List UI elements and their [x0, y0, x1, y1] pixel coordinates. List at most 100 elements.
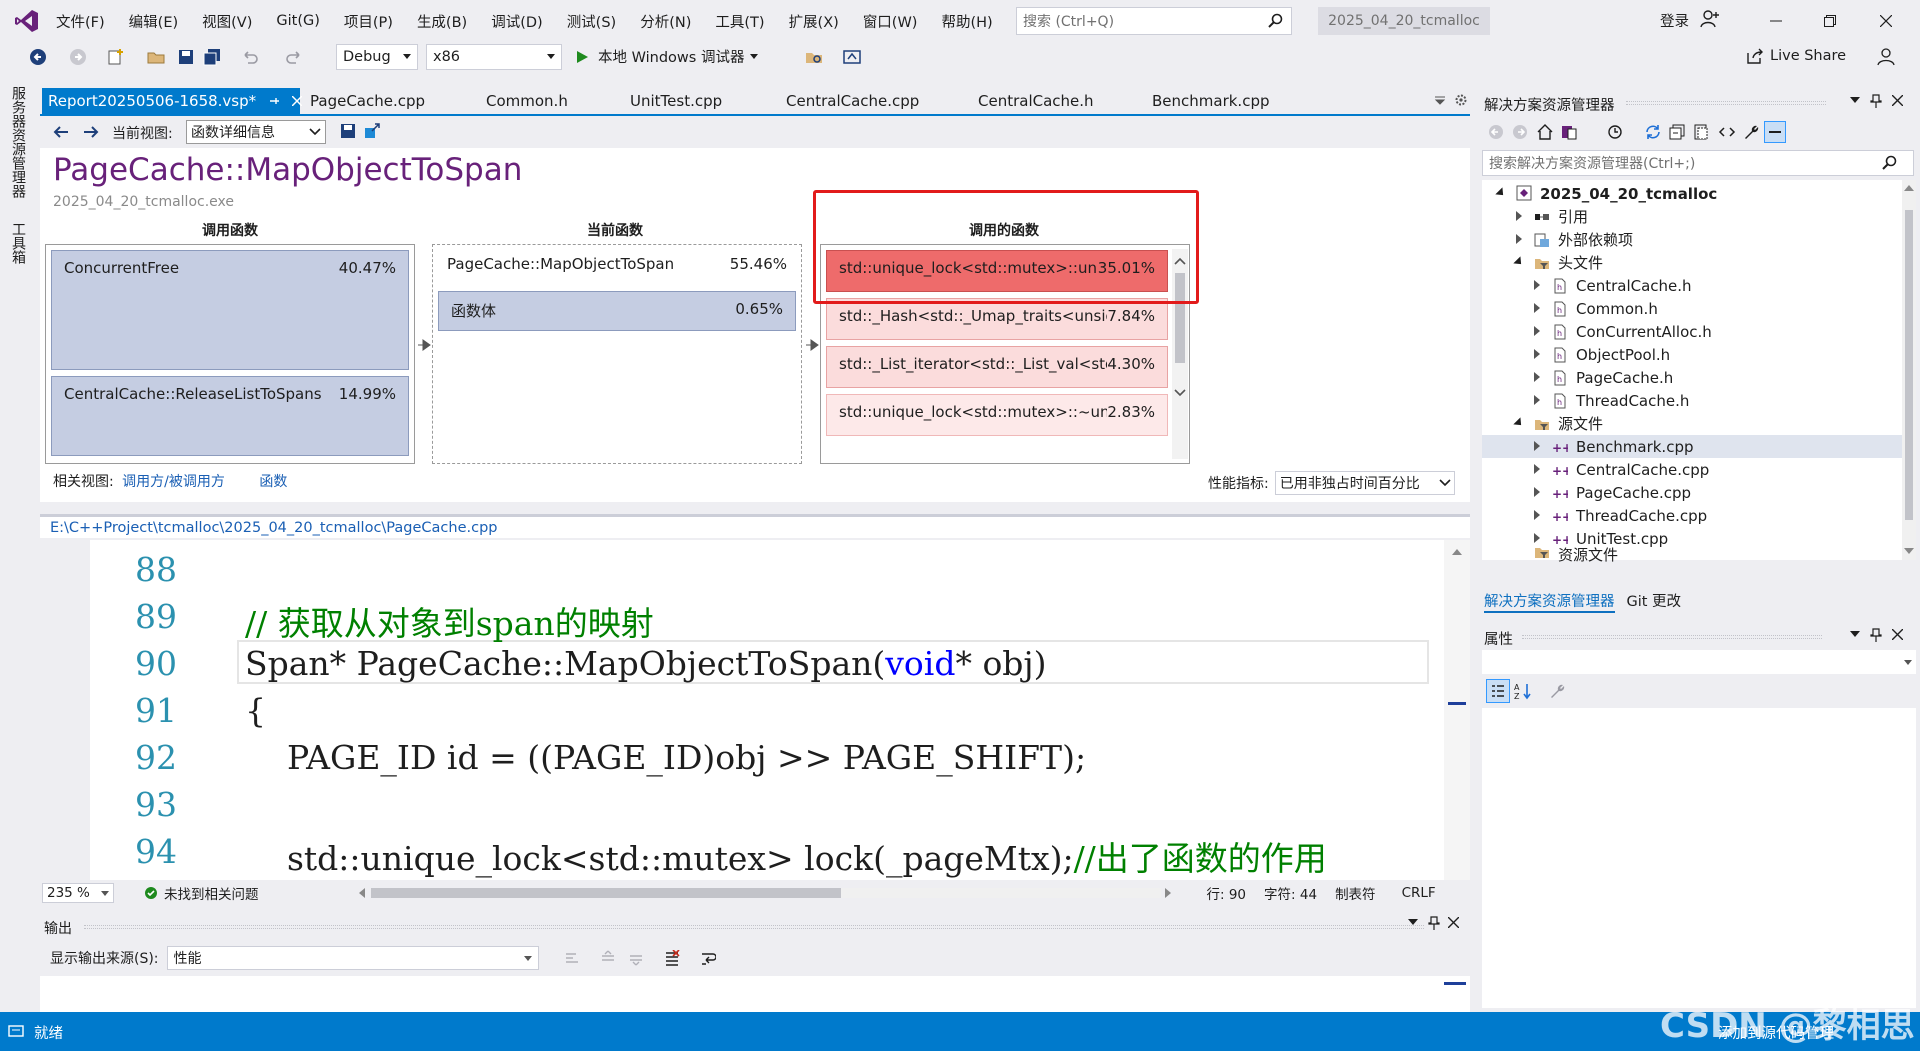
visual-studio-logo-icon[interactable] — [14, 8, 40, 34]
feedback-icon[interactable] — [1876, 47, 1896, 67]
login-link[interactable]: 登录 — [1660, 10, 1689, 31]
horizontal-scroll-track[interactable] — [840, 888, 1161, 898]
navigate-back-icon[interactable] — [28, 47, 48, 67]
minimize-window-button[interactable] — [1764, 10, 1788, 32]
current-view-select[interactable]: 函数详细信息 — [186, 120, 326, 144]
output-source-select[interactable]: 性能 — [166, 946, 539, 970]
pane-menu-icon[interactable] — [1408, 918, 1418, 926]
functions-link[interactable]: 函数 — [259, 474, 287, 490]
browser-link-icon[interactable] — [842, 47, 862, 67]
menu-project[interactable]: 项目(P) — [332, 11, 405, 32]
editor-vertical-scrollbar[interactable] — [1444, 540, 1470, 880]
save-report-icon[interactable] — [340, 123, 356, 139]
switch-views-icon[interactable] — [1560, 123, 1578, 141]
expander-icon[interactable] — [1534, 326, 1540, 336]
back-arrow-icon[interactable] — [52, 124, 70, 140]
expander-icon[interactable] — [1534, 441, 1540, 451]
chevron-down-icon[interactable] — [750, 53, 759, 60]
scroll-left-icon[interactable] — [358, 888, 365, 898]
callee-box[interactable]: std::_List_iterator<std::_List_val<std::… — [826, 346, 1168, 388]
expander-icon[interactable] — [1534, 372, 1540, 382]
output-text-area[interactable] — [40, 976, 1470, 1012]
tab-solution-explorer[interactable]: 解决方案资源管理器 — [1484, 590, 1615, 613]
tree-item-file[interactable]: h Common.h — [1482, 297, 1902, 320]
pin-icon[interactable] — [268, 95, 280, 107]
menu-window[interactable]: 窗口(W) — [851, 11, 930, 32]
open-file-icon[interactable] — [146, 47, 166, 67]
find-message-icon[interactable] — [564, 950, 580, 966]
expander-icon[interactable] — [1534, 533, 1540, 543]
tab-pagecache-cpp[interactable]: PageCache.cpp — [310, 88, 425, 114]
scroll-up-icon[interactable] — [1904, 184, 1914, 191]
tab-common-h[interactable]: Common.h — [486, 88, 568, 114]
tabs-indicator[interactable]: 制表符 — [1335, 883, 1376, 903]
callee-box[interactable]: std::unique_lock<std::mutex>::~unique_lo… — [826, 394, 1168, 436]
collapse-all-icon[interactable] — [1668, 123, 1686, 141]
pin-icon[interactable] — [1870, 94, 1882, 108]
tree-item-file[interactable]: ++ CentralCache.cpp — [1482, 458, 1902, 481]
expander-icon[interactable] — [1516, 211, 1522, 221]
expander-icon[interactable] — [1534, 487, 1540, 497]
expander-icon[interactable] — [1513, 417, 1525, 429]
tree-item-header-files[interactable]: 头文件 — [1482, 251, 1902, 274]
close-pane-icon[interactable] — [1892, 629, 1903, 640]
tab-benchmark-cpp[interactable]: Benchmark.cpp — [1152, 88, 1270, 114]
undo-icon[interactable] — [240, 47, 260, 67]
callee-box[interactable]: std::_Hash<std::_Umap_traits<unsigned in… — [826, 298, 1168, 340]
function-body-box[interactable]: 函数体 0.65% — [438, 291, 796, 331]
zoom-select[interactable]: 235 % — [42, 883, 114, 903]
pane-menu-icon[interactable] — [1850, 96, 1860, 104]
previous-message-icon[interactable] — [600, 950, 616, 966]
user-add-icon[interactable] — [1700, 9, 1720, 29]
show-all-files-icon[interactable] — [1692, 123, 1710, 141]
tree-item-file[interactable]: h CentralCache.h — [1482, 274, 1902, 297]
tree-item-source-files[interactable]: 源文件 — [1482, 412, 1902, 435]
view-code-icon[interactable] — [1718, 123, 1736, 141]
redo-icon[interactable] — [284, 47, 304, 67]
property-pages-wrench-icon[interactable] — [1548, 682, 1566, 700]
scroll-right-icon[interactable] — [1164, 888, 1171, 898]
properties-object-select[interactable] — [1482, 650, 1916, 674]
caller-callee-link[interactable]: 调用方/被调用方 — [122, 474, 225, 490]
menu-debug[interactable]: 调试(D) — [479, 11, 554, 32]
alphabetical-icon[interactable]: AZ — [1514, 682, 1534, 700]
tree-item-solution-root[interactable]: 2025_04_20_tcmalloc — [1482, 182, 1902, 205]
tab-centralcache-cpp[interactable]: CentralCache.cpp — [786, 88, 919, 114]
next-message-icon[interactable] — [628, 950, 644, 966]
menu-edit[interactable]: 编辑(E) — [117, 11, 190, 32]
server-explorer-tab[interactable]: 服务器资源管理器 — [8, 86, 28, 198]
line-indicator[interactable]: 行: 90 — [1207, 883, 1247, 903]
close-pane-icon[interactable] — [1892, 95, 1903, 106]
tab-report-vsp[interactable]: Report20250506-1658.vsp* — [42, 88, 303, 114]
expander-icon[interactable] — [1534, 303, 1540, 313]
close-tab-icon[interactable] — [292, 96, 303, 106]
menu-extensions[interactable]: 扩展(X) — [777, 11, 851, 32]
expander-icon[interactable] — [1516, 234, 1522, 244]
restore-window-button[interactable] — [1818, 10, 1842, 32]
metric-select[interactable]: 已用非独占时间百分比 — [1274, 471, 1455, 495]
tree-item-external-deps[interactable]: 外部依赖项 — [1482, 228, 1902, 251]
find-in-files-icon[interactable] — [804, 47, 824, 67]
tree-item-file[interactable]: ++ PageCache.cpp — [1482, 481, 1902, 504]
solution-configuration-select[interactable]: Debug — [336, 44, 418, 70]
pending-changes-filter-icon[interactable] — [1606, 123, 1624, 141]
expander-icon[interactable] — [1495, 187, 1507, 199]
save-all-icon[interactable] — [202, 47, 222, 67]
start-debugging-button[interactable]: 本地 Windows 调试器 — [574, 46, 759, 67]
word-wrap-icon[interactable] — [700, 950, 716, 966]
global-search-input[interactable]: 搜索 (Ctrl+Q) — [1016, 7, 1292, 35]
export-report-icon[interactable] — [364, 123, 380, 139]
scroll-down-icon[interactable] — [1904, 548, 1914, 555]
line-ending-indicator[interactable]: CRLF — [1402, 885, 1436, 901]
sync-icon[interactable] — [1644, 123, 1662, 141]
solution-platform-select[interactable]: x86 — [426, 44, 562, 70]
caller-box[interactable]: ConcurrentFree 40.47% — [51, 250, 409, 370]
menu-view[interactable]: 视图(V) — [190, 11, 264, 32]
scroll-down-icon[interactable] — [1174, 389, 1186, 397]
menu-test[interactable]: 测试(S) — [555, 11, 629, 32]
issues-status[interactable]: 未找到相关问题 — [164, 883, 259, 903]
expander-icon[interactable] — [1534, 280, 1540, 290]
preview-selected-items-icon[interactable] — [1764, 121, 1786, 143]
menu-tools[interactable]: 工具(T) — [703, 11, 776, 32]
tree-item-file[interactable]: ++ ThreadCache.cpp — [1482, 504, 1902, 527]
